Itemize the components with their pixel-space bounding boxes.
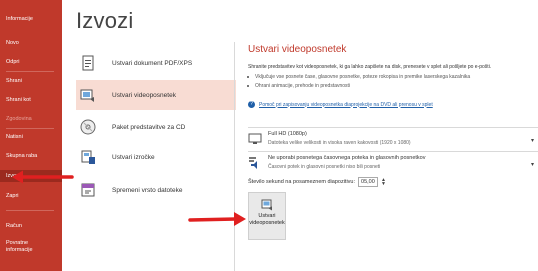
panel-divider — [234, 42, 235, 271]
option-change-file-type[interactable]: Spremeni vrsto datoteke — [76, 175, 236, 205]
quality-value: Full HD (1080p) — [268, 131, 307, 137]
seconds-label: Število sekund na posameznem diapozitivu… — [248, 179, 356, 185]
nav-divider — [6, 71, 54, 72]
monitor-icon — [248, 132, 262, 146]
help-link-text[interactable]: Pomoč pri zapisovanju videoposnetka diap… — [259, 102, 433, 108]
nav-close[interactable]: Zapri — [6, 193, 19, 200]
create-video-label: videoposnetek — [249, 220, 285, 226]
nav-print[interactable]: Natisni — [6, 134, 23, 141]
seconds-spinner[interactable]: ▲ ▼ — [381, 178, 386, 187]
panel-bullet: Vključuje vse posnete čase, glasovne pos… — [246, 74, 471, 80]
chevron-down-icon[interactable]: ▾ — [531, 161, 534, 168]
red-arrow-icon — [188, 212, 246, 226]
nav-divider — [6, 128, 54, 129]
nav-feedback[interactable]: Povratne informacije — [6, 240, 52, 254]
nav-history: Zgodovina — [6, 116, 32, 122]
nav-open[interactable]: Odpri — [6, 59, 19, 66]
video-icon — [80, 87, 96, 103]
bullet-text: Vključuje vse posnete čase, glasovne pos… — [255, 74, 471, 80]
option-label: Ustvari izročke — [112, 153, 155, 161]
nav-save[interactable]: Shrani — [6, 78, 22, 85]
help-icon: ? — [248, 101, 255, 108]
panel-description: Shranite predstavitev kot videoposnetek,… — [248, 64, 492, 70]
create-video-button[interactable]: Ustvari videoposnetek — [248, 192, 286, 240]
page-title: Izvozi — [76, 8, 134, 33]
nav-info[interactable]: Informacije — [6, 16, 33, 23]
quality-description: Datoteka velike velikosti in visoka rave… — [268, 140, 411, 146]
red-arrow-icon — [12, 170, 74, 184]
file-type-icon — [80, 182, 96, 198]
cd-icon — [80, 119, 96, 135]
option-label: Ustvari videoposnetek — [112, 91, 176, 99]
narration-icon — [248, 156, 262, 170]
seconds-row: Število sekund na posameznem diapozitivu… — [248, 177, 386, 187]
option-label: Spremeni vrsto datoteke — [112, 186, 183, 194]
pdf-document-icon — [80, 55, 96, 71]
option-label: Paket predstavitve za CD — [112, 123, 186, 131]
quality-dropdown[interactable]: Full HD (1080p) Datoteka velike velikost… — [248, 127, 538, 151]
nav-save-as[interactable]: Shrani kot — [6, 97, 31, 104]
nav-share[interactable]: Skupna raba — [6, 153, 37, 160]
narration-value: Ne uporabi posnetega časovnega poteka in… — [268, 155, 426, 161]
back-button[interactable] — [0, 0, 62, 8]
seconds-input[interactable] — [358, 177, 379, 187]
option-create-handouts[interactable]: Ustvari izročke — [76, 142, 236, 172]
chevron-down-icon[interactable]: ▼ — [381, 182, 386, 187]
option-create-video[interactable]: Ustvari videoposnetek — [76, 80, 236, 110]
narration-description: Časovni potek in glasovni posnetki niso … — [268, 164, 381, 170]
video-icon — [261, 198, 273, 211]
option-create-pdf[interactable]: Ustvari dokument PDF/XPS — [76, 48, 236, 78]
chevron-down-icon[interactable]: ▾ — [531, 137, 534, 144]
option-package-cd[interactable]: Paket predstavitve za CD — [76, 112, 236, 142]
nav-divider — [6, 210, 54, 211]
backstage-sidebar: Informacije Novo Odpri Shrani Shrani kot… — [0, 0, 62, 271]
panel-title: Ustvari videoposnetek — [248, 44, 347, 55]
create-video-label: Ustvari — [258, 213, 276, 219]
panel-bullet: Ohrani animacije, prehode in predstavnos… — [246, 83, 351, 89]
help-link[interactable]: ? Pomoč pri zapisovanju videoposnetka di… — [248, 101, 433, 108]
nav-new[interactable]: Novo — [6, 40, 19, 47]
narration-dropdown[interactable]: Ne uporabi posnetega časovnega poteka in… — [248, 151, 538, 175]
handouts-icon — [80, 149, 96, 165]
option-label: Ustvari dokument PDF/XPS — [112, 59, 193, 67]
bullet-text: Ohrani animacije, prehode in predstavnos… — [255, 83, 351, 89]
nav-account[interactable]: Račun — [6, 223, 22, 230]
